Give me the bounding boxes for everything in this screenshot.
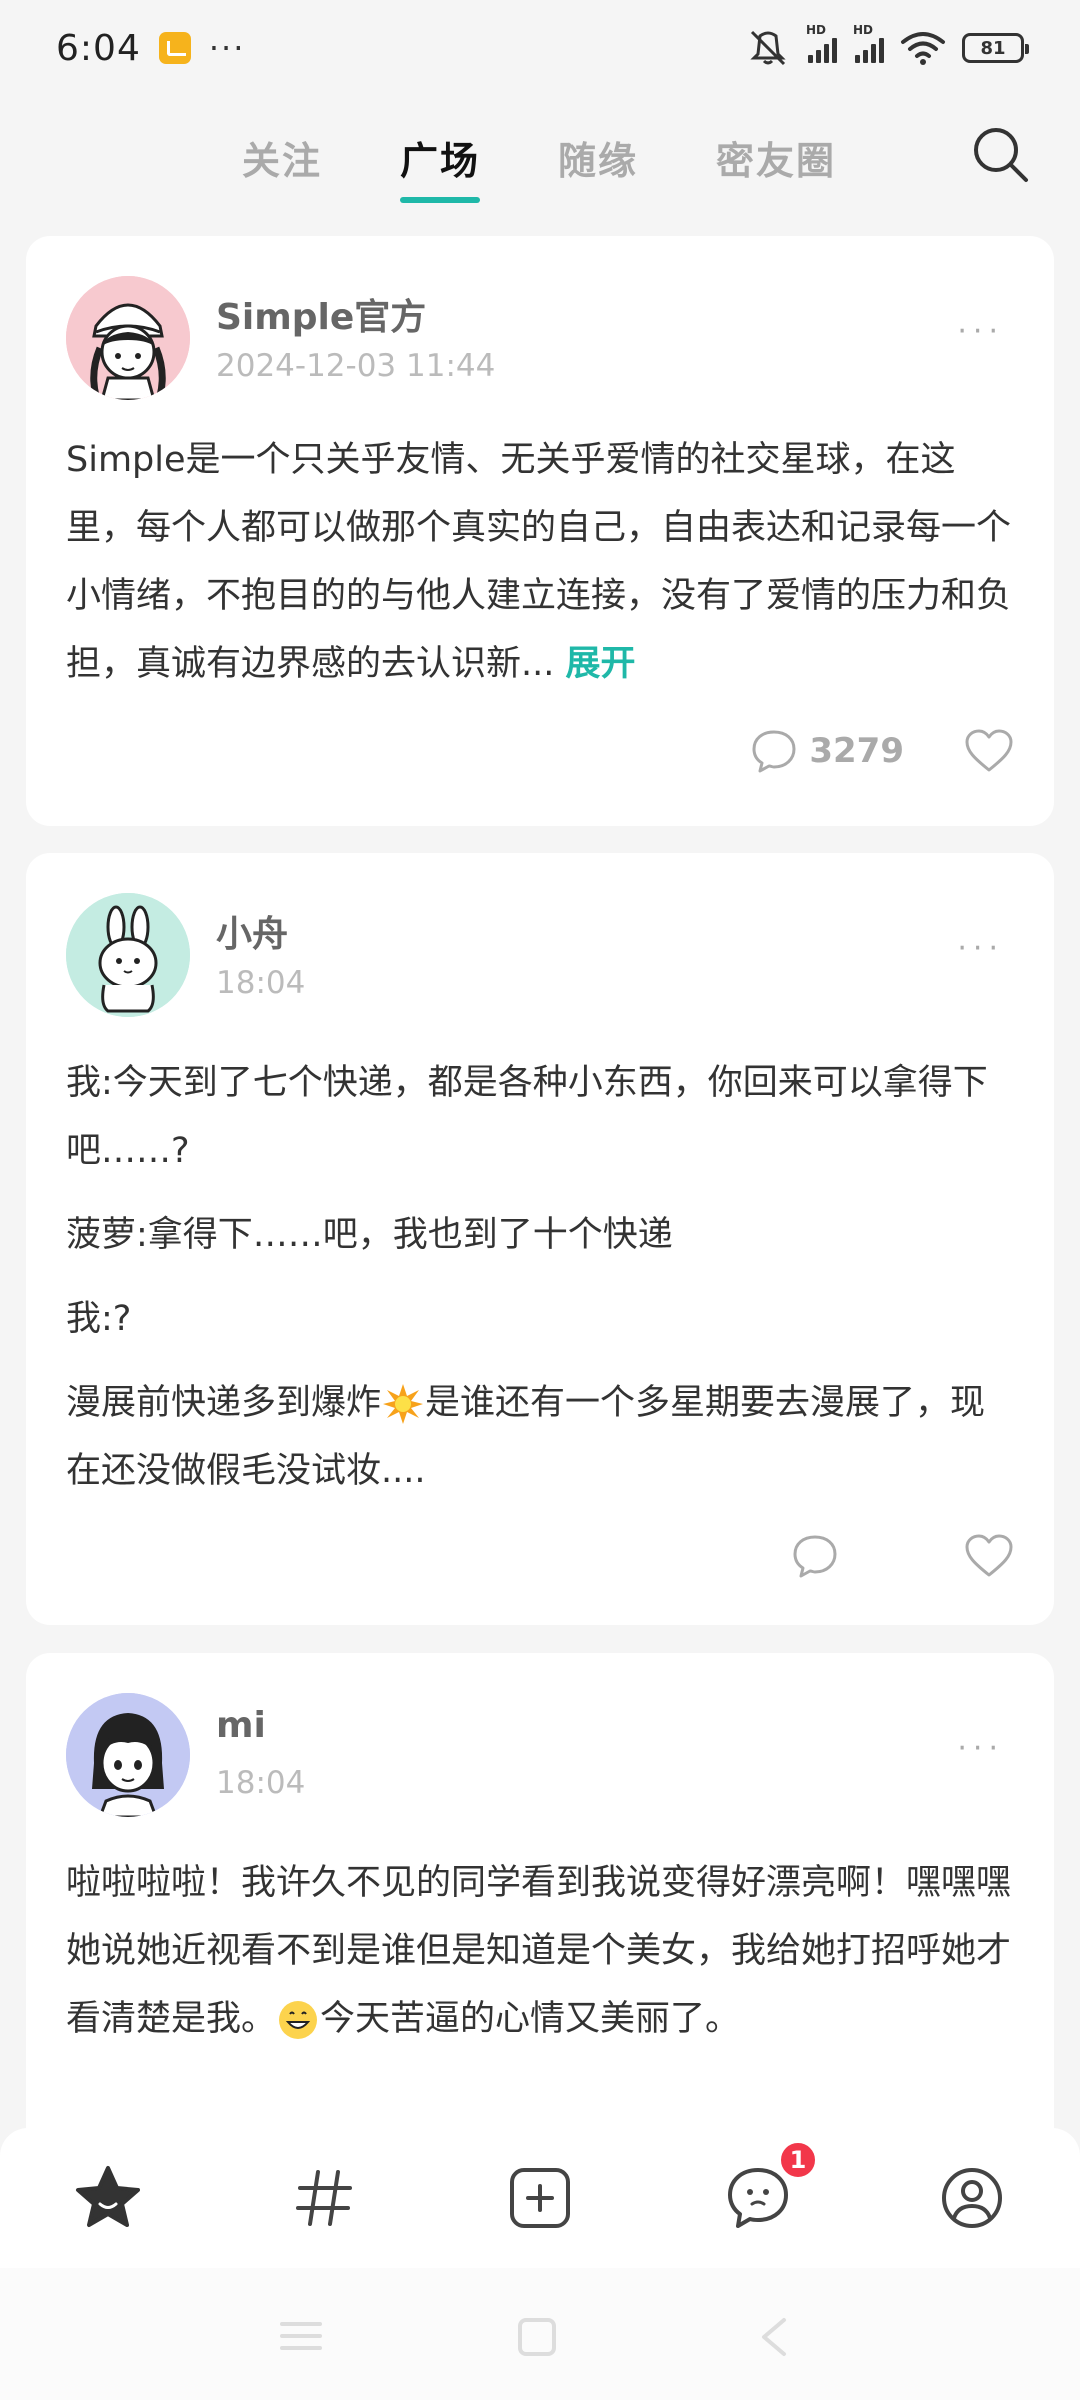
profile-icon (942, 2168, 1002, 2228)
notification-app-icon (158, 32, 191, 64)
avatar[interactable] (66, 276, 190, 400)
menu-icon[interactable] (278, 2316, 324, 2356)
bottom-nav: 1 (0, 2128, 1080, 2268)
post-content[interactable]: Simple是一个只关乎友情、无关乎爱情的社交星球，在这里，每个人都可以做那个真… (66, 426, 1014, 714)
nav-create[interactable] (500, 2158, 580, 2238)
mute-vibrate-icon (750, 30, 786, 66)
like-heart-icon[interactable] (964, 1533, 1014, 1579)
more-options-button[interactable]: ··· (957, 931, 1004, 966)
system-nav-bar (0, 2268, 1080, 2400)
author-name[interactable]: 小舟 (216, 905, 288, 957)
tab-following[interactable]: 关注 (242, 130, 322, 185)
post-time: 2024-12-03 11:44 (216, 348, 496, 384)
nav-topics[interactable] (284, 2158, 364, 2238)
search-icon (974, 128, 1028, 182)
post-time: 18:04 (216, 1765, 306, 1801)
search-button[interactable] (966, 120, 1036, 190)
wifi-icon (901, 32, 945, 65)
post-text: 啦啦啦啦！我许久不见的同学看到我说变得好漂亮啊！嘿嘿嘿她说她近视看不到是谁但是知… (66, 1849, 1014, 2053)
avatar-girl-bonnet-image (66, 276, 190, 400)
author-name[interactable]: mi (216, 1705, 266, 1746)
post-card[interactable]: 小舟 18:04 ··· 我:今天到了七个快递，都是各种小东西，你回来可以拿得下… (26, 853, 1054, 1625)
avatar-girl-bob-image (66, 1693, 190, 1817)
post-actions: 3279 (751, 728, 1014, 774)
tab-random[interactable]: 随缘 (558, 130, 638, 185)
more-notifications-icon: ··· (208, 29, 246, 67)
back-icon[interactable] (756, 2316, 792, 2358)
battery-icon: 81 (962, 33, 1029, 63)
signal-icon-2: HD (853, 23, 884, 63)
avatar-bunny-image (66, 893, 190, 1017)
post-content[interactable]: 我:今天到了七个快递，都是各种小东西，你回来可以拿得下吧……? 菠萝:拿得下……… (66, 1049, 1014, 1521)
avatar[interactable] (66, 893, 190, 1017)
add-post-icon (510, 2168, 570, 2228)
status-bar: 6:04 ··· HD HD 81 (0, 0, 1080, 96)
more-options-button[interactable]: ··· (957, 314, 1004, 349)
post-text: 我:今天到了七个快递，都是各种小东西，你回来可以拿得下吧……? (66, 1063, 988, 1171)
post-actions (792, 1533, 1014, 1579)
home-square-icon[interactable] (516, 2316, 558, 2358)
more-options-button[interactable]: ··· (957, 1731, 1004, 1766)
post-text: 我:? (66, 1299, 132, 1339)
nav-profile[interactable] (932, 2158, 1012, 2238)
post-card[interactable]: Simple官方 2024-12-03 11:44 ··· Simple是一个只… (26, 236, 1054, 826)
battery-level: 81 (980, 37, 1006, 59)
comment-count: 3279 (809, 731, 904, 771)
like-heart-icon[interactable] (964, 728, 1014, 774)
star-home-icon (76, 2166, 140, 2227)
post-content[interactable]: 啦啦啦啦！我许久不见的同学看到我说变得好漂亮啊！嘿嘿嘿她说她近视看不到是谁但是知… (66, 1849, 1014, 2069)
comment-icon[interactable] (751, 728, 797, 774)
tab-square[interactable]: 广场 (400, 130, 481, 203)
explosion-emoji-icon (383, 1384, 424, 1424)
grinning-emoji-icon (279, 2001, 318, 2039)
post-time: 18:04 (216, 965, 306, 1001)
comment-icon[interactable] (792, 1533, 838, 1579)
post-card[interactable]: mi 18:04 ··· 啦啦啦啦！我许久不见的同学看到我说变得好漂亮啊！嘿嘿嘿… (26, 1653, 1054, 2173)
post-text: 菠萝:拿得下……吧，我也到了十个快递 (66, 1215, 673, 1255)
author-name[interactable]: Simple官方 (216, 288, 426, 340)
hashtag-icon (296, 2170, 352, 2226)
signal-icon: HD (806, 23, 837, 63)
top-tabs: 关注 广场 随缘 密友圈 (0, 120, 1080, 203)
post-text: 漫展前快递多到爆炸 是谁还有一个多星期要去漫展了，现在还没做假毛没试妆.... (66, 1383, 986, 1491)
unread-badge: 1 (778, 2140, 818, 2180)
post-text: Simple是一个只关乎友情、无关乎爱情的社交星球，在这里，每个人都可以做那个真… (66, 440, 1012, 684)
nav-messages[interactable]: 1 (718, 2140, 818, 2238)
avatar[interactable] (66, 1693, 190, 1817)
status-time: 6:04 (56, 27, 141, 69)
nav-home[interactable] (68, 2158, 148, 2238)
tab-close-friends[interactable]: 密友圈 (716, 130, 836, 185)
expand-link[interactable]: 展开 (566, 644, 636, 684)
